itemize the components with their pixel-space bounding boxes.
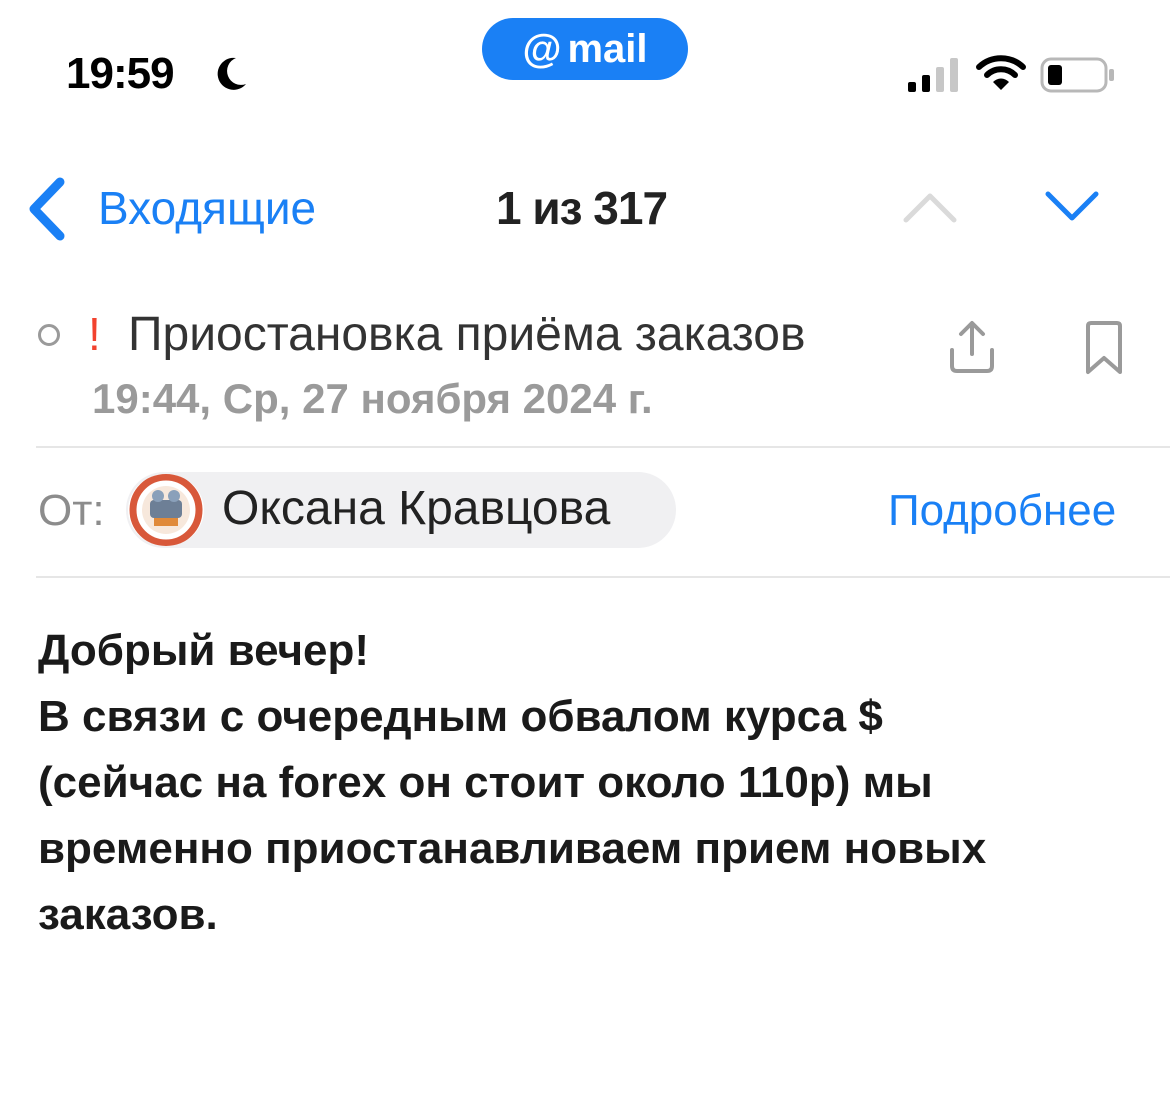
message-counter: 1 из 317 (496, 182, 668, 234)
important-mark: ! (88, 308, 101, 360)
body-line: Добрый вечер! (38, 626, 370, 675)
divider (36, 576, 1170, 578)
body-line: (сейчас на forex он стоит около 110р) мы (38, 758, 933, 807)
body-line: В связи с очередным обвалом курса $ (38, 692, 883, 741)
body-line: временно приостанавливаем прием новых (38, 824, 987, 873)
read-status-dot[interactable] (38, 324, 60, 346)
back-chevron-icon[interactable] (22, 174, 72, 244)
mail-badge-label: mail (567, 26, 648, 71)
battery-icon (1040, 57, 1114, 93)
avatar (128, 474, 204, 546)
sender-name[interactable]: Оксана Кравцова (222, 480, 610, 538)
share-icon[interactable] (946, 318, 998, 376)
status-time: 19:59 (66, 49, 175, 98)
body-line: заказов. (38, 890, 218, 939)
message-subject: Приостановка приёма заказов (128, 308, 806, 361)
mail-badge-at: @ (522, 26, 562, 71)
message-date: 19:44, Ср, 27 ноября 2024 г. (92, 375, 653, 422)
chevron-up-icon[interactable] (900, 188, 960, 228)
message-body: Добрый вечер! В связи с очередным обвало… (38, 618, 1138, 948)
moon-icon (217, 57, 246, 90)
cellular-signal-icon (908, 58, 958, 92)
from-label: От: (38, 486, 105, 535)
chevron-down-icon[interactable] (1042, 186, 1102, 226)
mail-badge[interactable]: @ mail (482, 18, 688, 80)
bookmark-icon[interactable] (1080, 320, 1128, 376)
divider (36, 446, 1170, 448)
details-link[interactable]: Подробнее (888, 484, 1116, 538)
wifi-icon (976, 55, 1026, 90)
back-button-label[interactable]: Входящие (98, 180, 316, 236)
